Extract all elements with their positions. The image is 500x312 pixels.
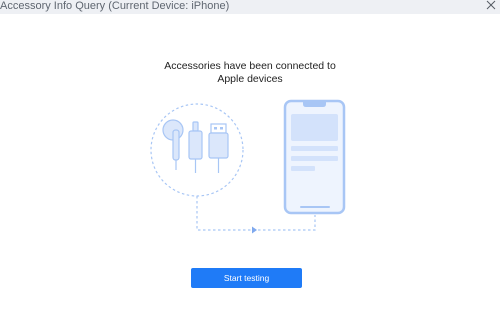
earphone-icon xyxy=(162,119,184,170)
close-icon[interactable] xyxy=(484,0,498,12)
window-title: Accessory Info Query (Current Device: iP… xyxy=(0,0,230,12)
connection-illustration xyxy=(150,99,346,234)
accessory-info-window: Accessory Info Query (Current Device: iP… xyxy=(0,0,500,312)
usb-plug-icon xyxy=(208,123,229,173)
start-testing-button[interactable]: Start testing xyxy=(191,268,302,288)
arrow-right-icon xyxy=(252,226,257,234)
connection-status-heading: Accessories have been connected to Apple… xyxy=(164,60,336,85)
lightning-plug-icon xyxy=(188,121,203,173)
title-bar: Accessory Info Query (Current Device: iP… xyxy=(0,0,500,14)
iphone-icon xyxy=(283,99,346,215)
